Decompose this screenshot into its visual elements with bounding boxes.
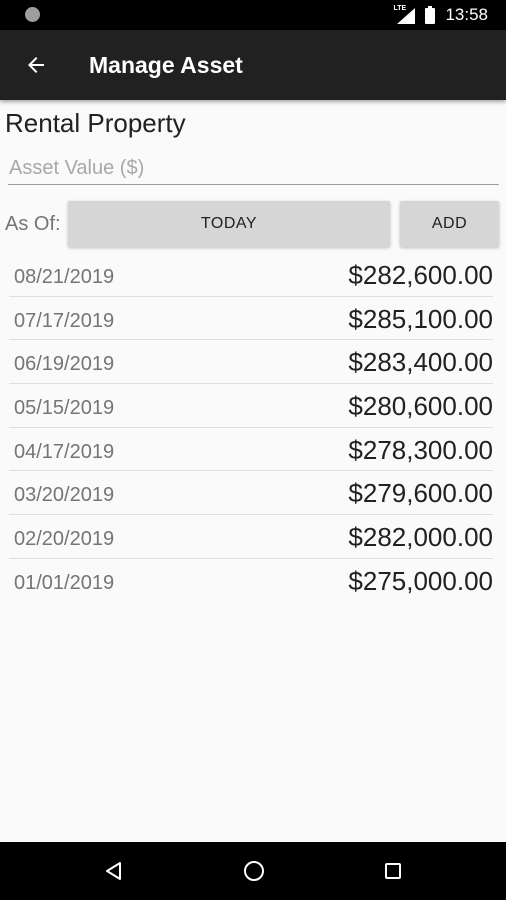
page-title: Manage Asset bbox=[89, 52, 243, 78]
history-date: 07/17/2019 bbox=[14, 309, 115, 332]
history-date: 06/19/2019 bbox=[14, 353, 115, 376]
screen: LTE 13:58 Manage Asset Rental Property A… bbox=[0, 0, 506, 900]
history-date: 08/21/2019 bbox=[14, 266, 115, 288]
history-row[interactable]: 07/17/2019 $285,100.00 bbox=[9, 297, 493, 341]
lte-signal-icon: LTE bbox=[393, 5, 417, 25]
history-date: 03/20/2019 bbox=[14, 484, 115, 507]
nav-home-button[interactable] bbox=[239, 856, 269, 886]
history-row[interactable]: 02/20/2019 $282,000.00 bbox=[9, 515, 493, 559]
history-row[interactable]: 08/21/2019 $282,600.00 bbox=[9, 253, 493, 297]
status-time: 13:58 bbox=[445, 5, 488, 24]
square-recents-icon bbox=[385, 863, 401, 879]
status-bar: LTE 13:58 bbox=[0, 0, 506, 30]
history-row[interactable]: 04/17/2019 $278,300.00 bbox=[9, 428, 493, 472]
battery-icon bbox=[425, 6, 436, 24]
asset-name: Rental Property bbox=[5, 108, 186, 138]
nav-recents-button[interactable] bbox=[378, 856, 408, 886]
history-date: 02/20/2019 bbox=[14, 528, 115, 551]
system-nav-bar bbox=[0, 842, 506, 900]
value-history-list: 08/21/2019 $282,600.00 07/17/2019 $285,1… bbox=[9, 253, 493, 602]
history-row[interactable]: 03/20/2019 $279,600.00 bbox=[9, 471, 493, 516]
history-value: $278,300.00 bbox=[348, 434, 493, 465]
notification-dot-icon bbox=[25, 7, 40, 22]
history-date: 01/01/2019 bbox=[14, 571, 115, 594]
back-button[interactable] bbox=[14, 43, 58, 87]
history-value: $275,000.00 bbox=[348, 565, 493, 596]
app-bar: Manage Asset bbox=[0, 30, 506, 100]
history-row[interactable]: 01/01/2019 $275,000.00 bbox=[9, 559, 493, 602]
history-value: $282,600.00 bbox=[348, 260, 493, 290]
history-value: $279,600.00 bbox=[348, 478, 493, 509]
triangle-back-icon bbox=[106, 862, 121, 880]
history-row[interactable]: 06/19/2019 $283,400.00 bbox=[9, 340, 493, 385]
as-of-label: As Of: bbox=[5, 213, 61, 235]
history-value: $285,100.00 bbox=[348, 303, 493, 334]
history-date: 05/15/2019 bbox=[14, 397, 115, 420]
arrow-back-icon bbox=[28, 57, 44, 73]
circle-home-icon bbox=[244, 861, 264, 881]
status-icons: LTE 13:58 bbox=[393, 0, 488, 30]
today-button[interactable]: TODAY bbox=[68, 201, 390, 247]
history-row[interactable]: 05/15/2019 $280,600.00 bbox=[9, 384, 493, 428]
history-value: $283,400.00 bbox=[348, 347, 493, 378]
history-date: 04/17/2019 bbox=[14, 440, 115, 463]
asset-value-input[interactable] bbox=[8, 152, 499, 185]
nav-back-button[interactable] bbox=[99, 856, 129, 886]
add-button[interactable]: ADD bbox=[400, 201, 499, 247]
history-value: $280,600.00 bbox=[348, 391, 493, 422]
history-value: $282,000.00 bbox=[348, 522, 493, 553]
